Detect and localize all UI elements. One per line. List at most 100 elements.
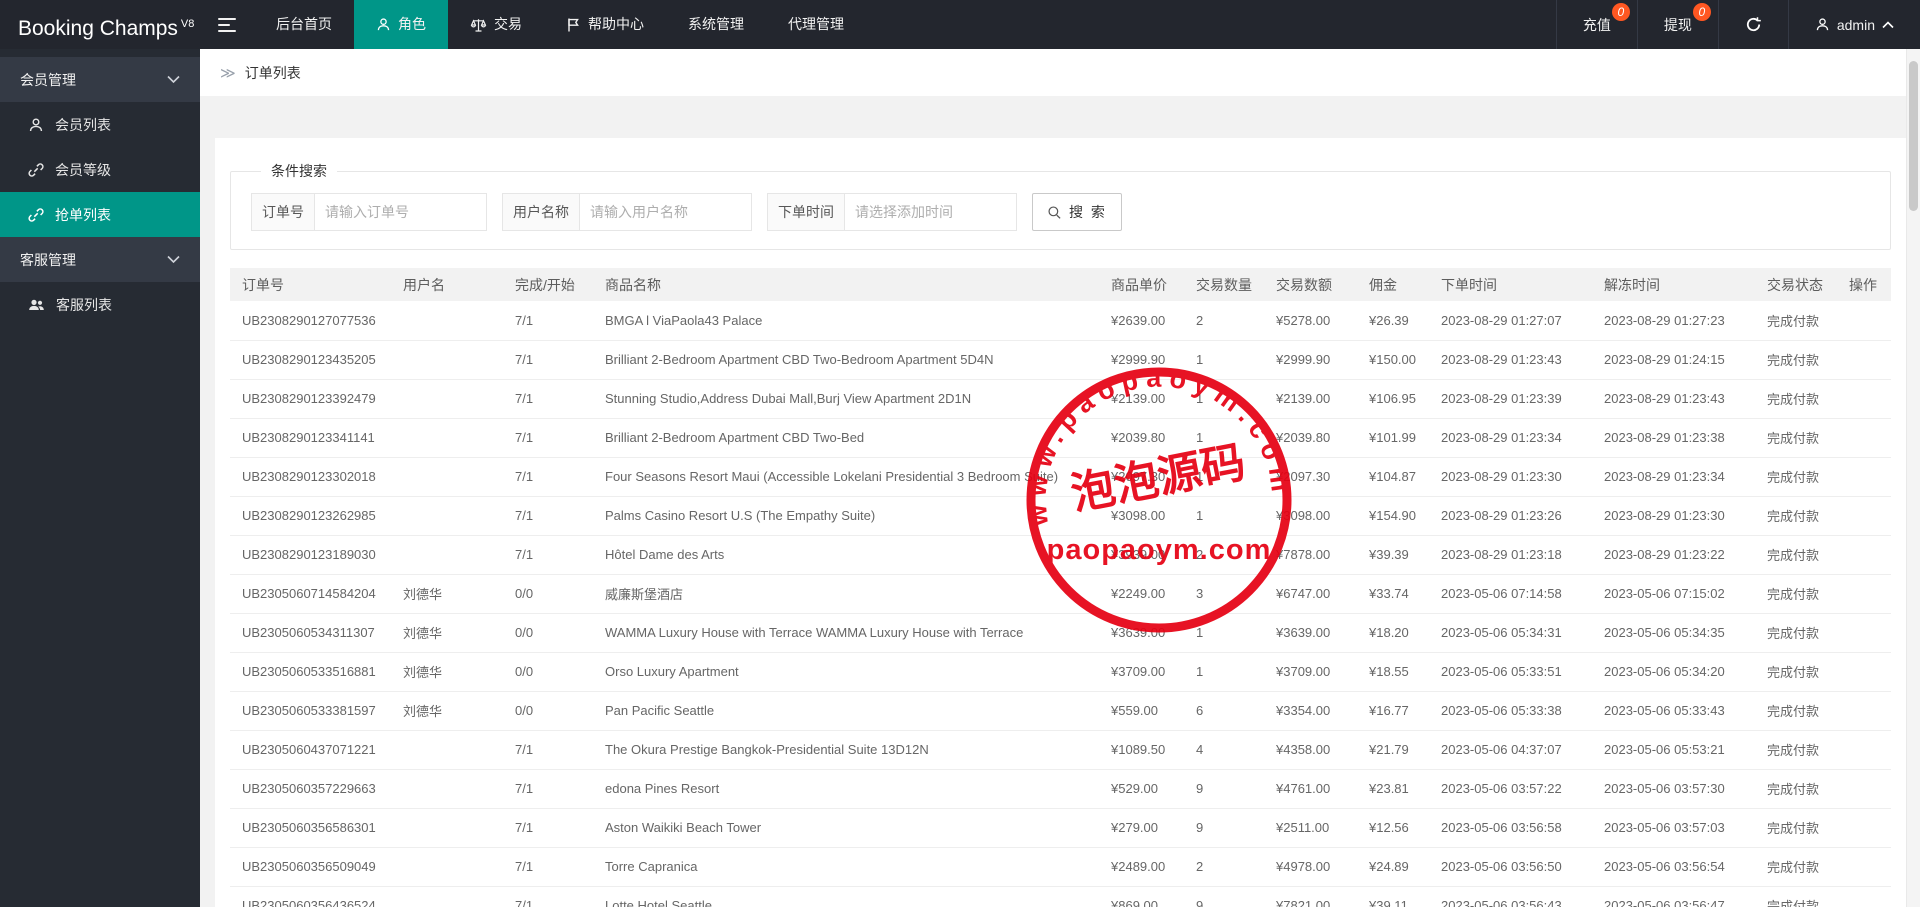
top-navbar: Booking Champs V8 后台首页 角色 交易 帮助中心 系统管理 代理… xyxy=(0,0,1920,49)
brand-version: V8 xyxy=(180,18,195,30)
order-no-group: 订单号 xyxy=(251,193,487,231)
order-no-input[interactable] xyxy=(315,193,487,231)
table-cell: 0/0 xyxy=(507,652,597,692)
table-cell xyxy=(395,301,507,341)
table-cell: ¥2097.30 xyxy=(1268,457,1361,497)
withdraw-label: 提现 xyxy=(1663,16,1692,33)
table-row: UB2305060437071221 7/1 The Okura Prestige … xyxy=(230,730,1891,770)
table-cell: Brilliant 2-Bedroom Apartment CBD Two-Be… xyxy=(597,418,1103,458)
table-cell: ¥279.00 xyxy=(1103,808,1188,848)
table-cell: ¥2511.00 xyxy=(1268,808,1361,848)
table-cell xyxy=(1841,808,1891,848)
table-cell: Lotte Hotel Seattle xyxy=(597,886,1103,907)
table-cell: 1 xyxy=(1188,496,1268,536)
sidebar-item-service-list[interactable]: 客服列表 xyxy=(0,282,200,327)
table-cell: ¥21.79 xyxy=(1361,730,1433,770)
table-row: UB2308290127077536 7/1 BMGA l ViaPaola43 P… xyxy=(230,301,1891,341)
col-order-time: 下单时间 xyxy=(1433,268,1596,301)
table-cell xyxy=(395,808,507,848)
table-cell: 完成付款 xyxy=(1759,613,1841,653)
refresh-button[interactable] xyxy=(1717,0,1788,49)
sidebar-group-label: 客服管理 xyxy=(20,251,76,268)
nav-item-label: 系统管理 xyxy=(688,16,744,32)
table-cell xyxy=(1841,535,1891,575)
table-cell: 1 xyxy=(1188,613,1268,653)
nav-item-dashboard[interactable]: 后台首页 xyxy=(254,0,354,49)
table-cell: 6 xyxy=(1188,691,1268,731)
sidebar-group-member-management[interactable]: 会员管理 xyxy=(0,57,200,102)
table-cell: 0/0 xyxy=(507,613,597,653)
table-cell: 1 xyxy=(1188,379,1268,419)
table-cell: ¥16.77 xyxy=(1361,691,1433,731)
table-cell: ¥2999.90 xyxy=(1103,340,1188,380)
col-commission: 佣金 xyxy=(1361,268,1433,301)
nav-item-transactions[interactable]: 交易 xyxy=(448,0,544,49)
sidebar-group-service-management[interactable]: 客服管理 xyxy=(0,237,200,282)
username-label: 用户名称 xyxy=(502,193,580,231)
col-order-no: 订单号 xyxy=(230,268,395,301)
breadcrumb: ≫ 订单列表 xyxy=(200,49,1920,96)
table-cell: Four Seasons Resort Maui (Accessible Lok… xyxy=(597,457,1103,497)
table-cell: 完成付款 xyxy=(1759,847,1841,887)
table-cell: 9 xyxy=(1188,886,1268,907)
recharge-button[interactable]: 充值 0 xyxy=(1555,0,1637,49)
sidebar-item-order-grab-list[interactable]: 抢单列表 xyxy=(0,192,200,237)
table-cell: ¥154.90 xyxy=(1361,496,1433,536)
table-cell xyxy=(395,847,507,887)
table-cell xyxy=(395,457,507,497)
nav-item-system[interactable]: 系统管理 xyxy=(666,0,766,49)
search-icon xyxy=(1047,205,1062,220)
table-cell xyxy=(395,340,507,380)
nav-item-label: 帮助中心 xyxy=(588,16,644,32)
table-cell: Orso Luxury Apartment xyxy=(597,652,1103,692)
sidebar-item-member-level[interactable]: 会员等级 xyxy=(0,147,200,192)
table-row: UB2308290123262985 7/1 Palms Casino Resort… xyxy=(230,496,1891,536)
scrollbar-thumb[interactable] xyxy=(1909,61,1918,211)
order-time-input[interactable] xyxy=(845,193,1017,231)
table-cell: 完成付款 xyxy=(1759,574,1841,614)
table-cell xyxy=(1841,652,1891,692)
table-cell: ¥2139.00 xyxy=(1268,379,1361,419)
table-cell xyxy=(1841,847,1891,887)
nav-item-help-center[interactable]: 帮助中心 xyxy=(544,0,666,49)
table-cell: 7/1 xyxy=(507,730,597,770)
col-product-name: 商品名称 xyxy=(597,268,1103,301)
users-icon xyxy=(28,297,45,313)
username-input[interactable] xyxy=(580,193,752,231)
user-menu[interactable]: admin xyxy=(1787,0,1920,49)
nav-item-agents[interactable]: 代理管理 xyxy=(766,0,866,49)
col-actions: 操作 xyxy=(1841,268,1891,301)
table-cell: ¥150.00 xyxy=(1361,340,1433,380)
table-cell: 完成付款 xyxy=(1759,886,1841,907)
table-cell: 3 xyxy=(1188,574,1268,614)
table-cell: 完成付款 xyxy=(1759,808,1841,848)
sidebar: 会员管理 会员列表 会员等级 抢单列表 客服管理 客服列表 xyxy=(0,49,200,907)
menu-collapse-icon[interactable] xyxy=(200,0,254,49)
sidebar-item-member-list[interactable]: 会员列表 xyxy=(0,102,200,147)
withdraw-button[interactable]: 提现 0 xyxy=(1636,0,1718,49)
table-cell: 2023-05-06 05:34:31 xyxy=(1433,613,1596,653)
table-cell: 2023-05-06 05:53:21 xyxy=(1596,730,1759,770)
nav-item-roles[interactable]: 角色 xyxy=(354,0,448,49)
table-cell: ¥2639.00 xyxy=(1103,301,1188,341)
search-button[interactable]: 搜 索 xyxy=(1032,193,1122,231)
order-no-label: 订单号 xyxy=(251,193,315,231)
table-cell: ¥869.00 xyxy=(1103,886,1188,907)
table-cell: UB2308290123262985 xyxy=(230,496,395,536)
col-quantity: 交易数量 xyxy=(1188,268,1268,301)
col-complete-start: 完成/开始 xyxy=(507,268,597,301)
col-amount: 交易数额 xyxy=(1268,268,1361,301)
table-cell: Aston Waikiki Beach Tower xyxy=(597,808,1103,848)
table-cell: 2023-08-29 01:23:39 xyxy=(1433,379,1596,419)
table-cell: 威廉斯堡酒店 xyxy=(597,574,1103,614)
vertical-scrollbar[interactable] xyxy=(1906,49,1920,907)
table-cell: 7/1 xyxy=(507,847,597,887)
table-cell: 2023-05-06 03:56:43 xyxy=(1433,886,1596,907)
table-cell: 2023-08-29 01:24:15 xyxy=(1596,340,1759,380)
table-cell: ¥23.81 xyxy=(1361,769,1433,809)
table-cell: ¥12.56 xyxy=(1361,808,1433,848)
table-cell: 2023-05-06 03:56:58 xyxy=(1433,808,1596,848)
table-row: UB2308290123435205 7/1 Brilliant 2-Bedroom… xyxy=(230,340,1891,380)
table-cell: ¥3939.00 xyxy=(1103,535,1188,575)
table-cell: ¥5278.00 xyxy=(1268,301,1361,341)
